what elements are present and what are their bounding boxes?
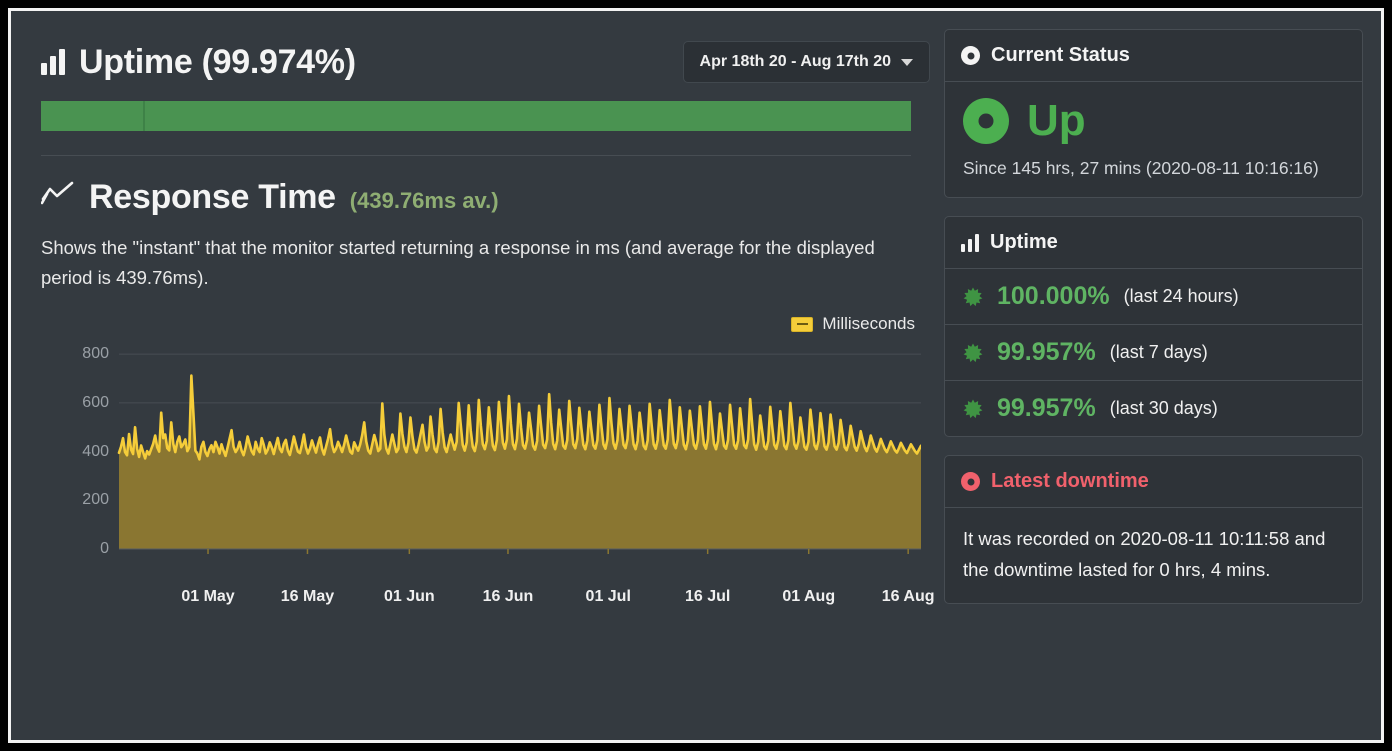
current-status-body: Up Since 145 hrs, 27 mins (2020-08-11 10… [945,82,1362,197]
uptime-bar[interactable] [41,101,911,131]
x-axis-tick-label: 01 Jun [383,588,435,606]
response-time-chart: Milliseconds 0 200 400 600 800 01 May 16 May 0… [41,314,934,610]
divider [41,155,911,156]
uptime-period: (last 30 days) [1109,398,1218,418]
starburst-icon [963,399,983,419]
response-time-header: Response Time (439.76ms av.) [40,178,930,217]
latest-downtime-body: It was recorded on 2020-08-11 10:11:58 a… [945,508,1362,603]
alert-ring-icon [961,472,980,491]
x-axis-tick-label: 16 Aug [881,588,935,606]
y-axis-tick-label: 600 [82,394,109,412]
uptime-title-group: Uptime (99.974%) [41,43,356,82]
latest-downtime-panel: Latest downtime It was recorded on 2020-… [944,455,1363,605]
x-axis-tick-label: 16 May [280,588,335,606]
main-column: Uptime (99.974%) Apr 18th 20 - Aug 17th … [25,29,935,726]
uptime-row: 100.000% (last 24 hours) [945,269,1362,324]
y-axis-tick-label: 0 [100,540,109,558]
latest-downtime-title: Latest downtime [991,470,1149,492]
starburst-icon [963,287,983,307]
status-ring-icon [961,46,980,65]
y-axis-tick-label: 800 [82,345,109,363]
chevron-down-icon [901,58,913,66]
uptime-panel-header: Uptime [945,217,1362,269]
legend-label-milliseconds: Milliseconds [822,314,915,334]
uptime-row: 99.957% (last 30 days) [945,380,1362,436]
x-axis-tick-label: 01 May [181,588,235,606]
response-time-description: Shows the "instant" that the monitor sta… [41,237,875,288]
y-axis-tick-label: 400 [82,442,109,460]
chart-plot-area[interactable]: 0 200 400 600 800 [41,340,921,580]
response-time-title: Response Time [89,178,336,216]
x-axis-tick-label: 01 Aug [782,588,836,606]
uptime-rows: 100.000% (last 24 hours) 99.957% (last 7 da… [945,269,1362,436]
uptime-panel-title: Uptime [990,231,1058,253]
uptime-row: 99.957% (last 7 days) [945,324,1362,380]
chart-area-fill [119,375,921,550]
latest-downtime-text: It was recorded on 2020-08-11 10:11:58 a… [963,528,1326,580]
x-axis-tick-label: 16 Jun [482,588,534,606]
uptime-percent: 99.957% [997,338,1096,366]
monitor-page: Uptime (99.974%) Apr 18th 20 - Aug 17th … [8,8,1384,743]
uptime-period: (last 7 days) [1109,342,1208,362]
bar-chart-icon [961,233,979,252]
status-ring-large-icon [963,98,1009,144]
chart-svg [117,353,921,555]
current-status-header: Current Status [945,30,1362,82]
page-layout: Uptime (99.974%) Apr 18th 20 - Aug 17th … [11,11,1381,740]
uptime-percent: 99.957% [997,394,1096,422]
uptime-bar-segment[interactable] [41,101,144,131]
uptime-panel: Uptime 100.000% (last 24 hours) 99.957% (la… [944,216,1363,437]
starburst-icon [963,343,983,363]
line-chart-icon [40,180,75,214]
status-value: Up [1027,96,1086,145]
x-axis-tick-label: 16 Jul [684,588,731,606]
current-status-title: Current Status [991,44,1130,66]
uptime-bar-segment[interactable] [145,101,911,131]
legend-swatch-milliseconds[interactable] [791,316,814,332]
y-axis-ticks: 0 200 400 600 800 [41,340,119,557]
response-time-average: (439.76ms av.) [349,188,499,213]
x-axis-ticks: 01 May 16 May 01 Jun 16 Jun 01 Jul 16 Jul 01 A… [119,580,934,610]
chart-legend: Milliseconds [41,314,921,334]
x-axis-tick-label: 01 Jul [585,588,631,606]
sidebar: Current Status Up Since 145 hrs, 27 mins… [944,29,1367,726]
uptime-period: (last 24 hours) [1123,286,1239,306]
uptime-header: Uptime (99.974%) Apr 18th 20 - Aug 17th … [41,41,930,83]
date-range-selector[interactable]: Apr 18th 20 - Aug 17th 20 [682,41,930,83]
status-row: Up [963,98,1344,144]
bar-chart-icon [41,49,65,75]
uptime-percent: 100.000% [997,282,1110,310]
screenshot-root: Uptime (99.974%) Apr 18th 20 - Aug 17th … [0,0,1392,751]
latest-downtime-header: Latest downtime [945,456,1362,508]
page-title: Uptime (99.974%) [79,42,356,81]
status-since: Since 145 hrs, 27 mins (2020-08-11 10:16… [963,158,1319,178]
current-status-panel: Current Status Up Since 145 hrs, 27 mins… [944,29,1363,198]
date-range-label: Apr 18th 20 - Aug 17th 20 [699,53,891,70]
y-axis-tick-label: 200 [82,491,109,509]
